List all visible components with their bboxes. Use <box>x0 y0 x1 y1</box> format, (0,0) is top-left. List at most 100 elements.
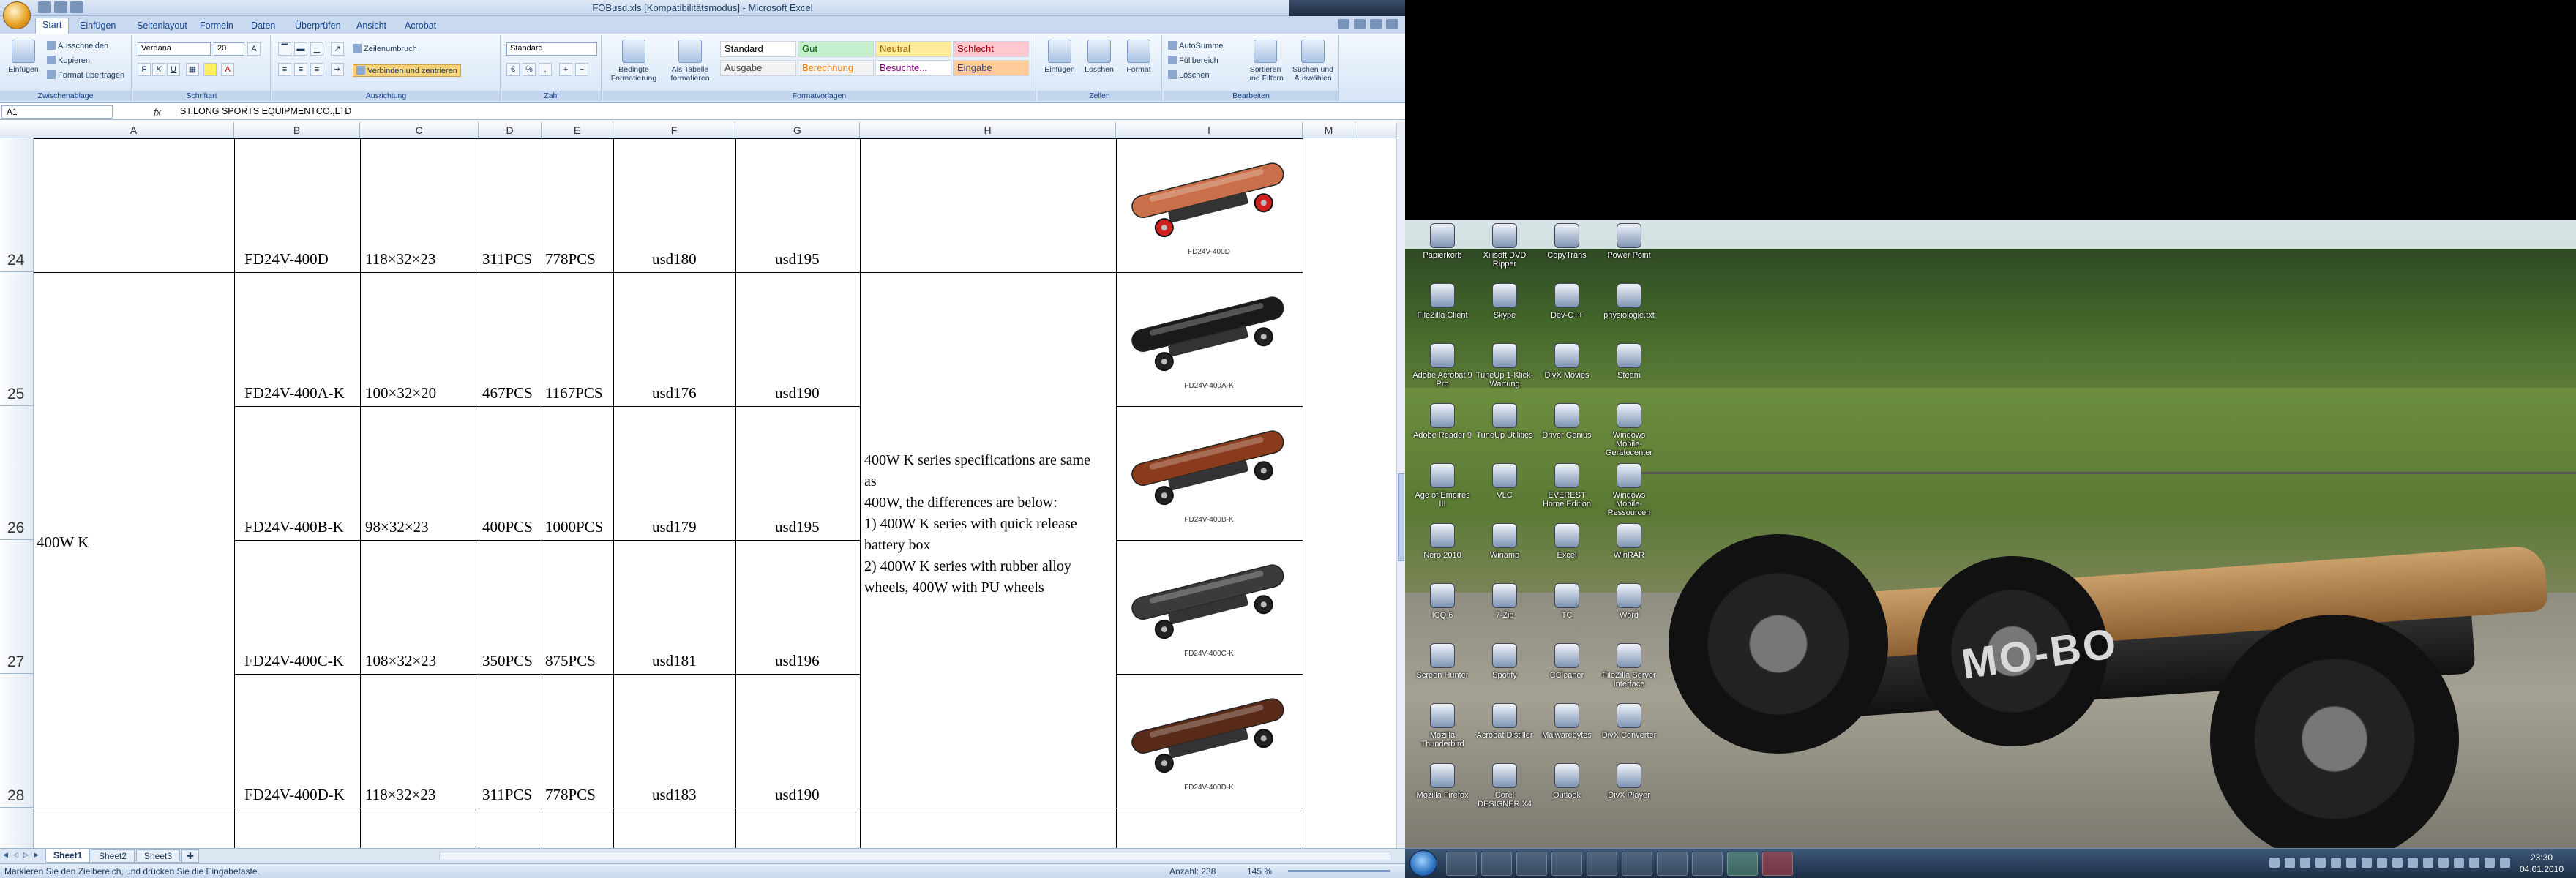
vertical-scroll-thumb[interactable] <box>1398 473 1404 561</box>
tray-icon[interactable] <box>2408 858 2418 868</box>
desktop-icon[interactable]: Adobe Reader 9 <box>1412 403 1472 440</box>
cell-price1[interactable]: usd180 <box>652 250 697 269</box>
desktop-icon[interactable]: CopyTrans <box>1537 223 1597 260</box>
cell-qty2[interactable]: 1000PCS <box>545 518 603 536</box>
tray-icon[interactable] <box>2377 858 2387 868</box>
format-painter-button[interactable]: Format übertragen <box>47 70 124 80</box>
zoom-level[interactable]: 145 % <box>1247 866 1272 877</box>
cell-price2[interactable]: usd195 <box>775 518 820 536</box>
autosum-button[interactable]: AutoSumme <box>1168 41 1224 50</box>
italic-button[interactable]: K <box>152 63 165 76</box>
align-top-icon[interactable]: ▔ <box>278 42 291 56</box>
percent-icon[interactable]: % <box>523 63 536 76</box>
grow-font-icon[interactable]: A <box>247 42 261 56</box>
desktop-icon[interactable]: Outlook <box>1537 763 1597 800</box>
find-select-button[interactable]: Suchen und Auswählen <box>1289 40 1336 85</box>
taskbar-firefox-icon[interactable] <box>1516 852 1547 876</box>
cell-qty2[interactable]: 875PCS <box>545 652 596 670</box>
column-header-f[interactable]: F <box>613 122 735 138</box>
column-header-m[interactable]: M <box>1303 122 1355 138</box>
tab-formeln[interactable]: Formeln <box>193 19 240 32</box>
cell-qty2[interactable]: 778PCS <box>545 250 596 269</box>
tray-icon[interactable] <box>2500 858 2510 868</box>
align-left-icon[interactable]: ≡ <box>278 63 291 76</box>
format-cells-button[interactable]: Format <box>1118 40 1159 85</box>
cell-style-option[interactable]: Standard <box>720 41 796 57</box>
desktop-icon[interactable]: Adobe Acrobat 9 Pro <box>1412 343 1472 389</box>
row-header[interactable]: 28 <box>0 674 34 808</box>
tab-daten[interactable]: Daten <box>244 19 282 32</box>
tray-icon[interactable] <box>2346 858 2356 868</box>
bold-button[interactable]: F <box>138 63 151 76</box>
taskbar-game-icon[interactable] <box>1657 852 1688 876</box>
desktop-icon[interactable]: Papierkorb <box>1412 223 1472 260</box>
clear-button[interactable]: Löschen <box>1168 70 1210 80</box>
ribbon-minimize-icon[interactable] <box>1354 19 1366 29</box>
cell-price2[interactable]: usd195 <box>775 250 820 269</box>
font-size-select[interactable]: 20 <box>214 42 244 56</box>
cell-style-option[interactable]: Ausgabe <box>720 60 796 76</box>
cell-qty1[interactable]: 400PCS <box>482 518 533 536</box>
column-header-b[interactable]: B <box>234 122 360 138</box>
prev-sheet-icon[interactable]: ◁ <box>13 851 22 860</box>
desktop-icon[interactable]: Screen Hunter <box>1412 643 1472 680</box>
row-header[interactable]: 26 <box>0 406 34 540</box>
insert-cells-button[interactable]: Einfügen <box>1039 40 1080 85</box>
tab-ansicht[interactable]: Ansicht <box>350 19 393 32</box>
formula-input[interactable]: ST.LONG SPORTS EQUIPMENTCO.,LTD <box>180 106 351 116</box>
cell-model[interactable]: FD24V-400D-K <box>244 786 345 804</box>
tray-icon[interactable] <box>2285 858 2295 868</box>
desktop-icon[interactable]: TuneUp Utilities <box>1475 403 1535 440</box>
currency-icon[interactable]: € <box>506 63 520 76</box>
desktop-icon[interactable]: Xilisoft DVD Ripper <box>1475 223 1535 269</box>
tray-icon[interactable] <box>2454 858 2464 868</box>
desktop-icon[interactable]: TuneUp 1-Klick-Wartung <box>1475 343 1535 389</box>
taskbar-skype-icon[interactable] <box>1587 852 1617 876</box>
cell-model[interactable]: FD24V-400B-K <box>244 518 344 536</box>
zoom-slider[interactable] <box>1288 870 1390 872</box>
tray-icon[interactable] <box>2438 858 2449 868</box>
desktop-icon[interactable]: DivX Converter <box>1599 703 1659 740</box>
align-middle-icon[interactable]: ▬ <box>294 42 307 56</box>
desktop-icon[interactable]: Windows Mobile-Gerätecenter <box>1599 403 1659 457</box>
tray-icon[interactable] <box>2423 858 2433 868</box>
tray-icon[interactable] <box>2300 858 2310 868</box>
row-header[interactable]: 24 <box>0 138 34 272</box>
tab-ueberpruefen[interactable]: Überprüfen <box>288 19 348 32</box>
desktop-icon[interactable]: ICQ 6 <box>1412 583 1472 620</box>
cell-size[interactable]: 100×32×20 <box>365 384 436 402</box>
desktop-icon[interactable]: Mozilla Firefox <box>1412 763 1472 800</box>
office-button[interactable] <box>3 1 31 29</box>
sheet-tab-sheet1[interactable]: Sheet1 <box>45 849 91 863</box>
cut-button[interactable]: Ausschneiden <box>47 41 108 50</box>
sort-filter-button[interactable]: Sortieren und Filtern <box>1243 40 1288 85</box>
desktop-icon[interactable]: Nero 2010 <box>1412 523 1472 560</box>
align-right-icon[interactable]: ≡ <box>310 63 323 76</box>
desktop-icon[interactable]: Mozilla Thunderbird <box>1412 703 1472 748</box>
desktop-icon[interactable]: Winamp <box>1475 523 1535 560</box>
fill-color-icon[interactable] <box>203 63 217 76</box>
tray-icon[interactable] <box>2315 858 2326 868</box>
sheet-tab-sheet2[interactable]: Sheet2 <box>91 849 135 863</box>
cell-qty2[interactable]: 778PCS <box>545 786 596 804</box>
desktop-icon[interactable]: Skype <box>1475 283 1535 320</box>
cell-price2[interactable]: usd190 <box>775 786 820 804</box>
first-sheet-icon[interactable]: ◀ <box>3 851 12 860</box>
copy-button[interactable]: Kopieren <box>47 56 90 65</box>
number-format-select[interactable]: Standard <box>506 42 597 56</box>
delete-cells-button[interactable]: Löschen <box>1079 40 1120 85</box>
cell-model[interactable]: FD24V-400A-K <box>244 384 345 402</box>
desktop-icon[interactable]: CCleaner <box>1537 643 1597 680</box>
desktop-icon[interactable]: Corel DESIGNER X4 <box>1475 763 1535 808</box>
help-icon[interactable] <box>1338 19 1349 29</box>
group-label-cell[interactable]: 400W K <box>37 533 89 552</box>
decrease-decimal-icon[interactable]: − <box>575 63 588 76</box>
desktop-icon[interactable]: Power Point <box>1599 223 1659 260</box>
column-header-i[interactable]: I <box>1116 122 1303 138</box>
last-sheet-icon[interactable]: ▶ <box>34 851 42 860</box>
desktop-icon[interactable]: FileZilla Server Interface <box>1599 643 1659 688</box>
desktop-icon[interactable]: Driver Genius <box>1537 403 1597 440</box>
worksheet-grid[interactable]: 400W K 400W K series specifications are … <box>34 138 1398 848</box>
desktop-icon[interactable]: DivX Movies <box>1537 343 1597 380</box>
column-header-h[interactable]: H <box>860 122 1116 138</box>
